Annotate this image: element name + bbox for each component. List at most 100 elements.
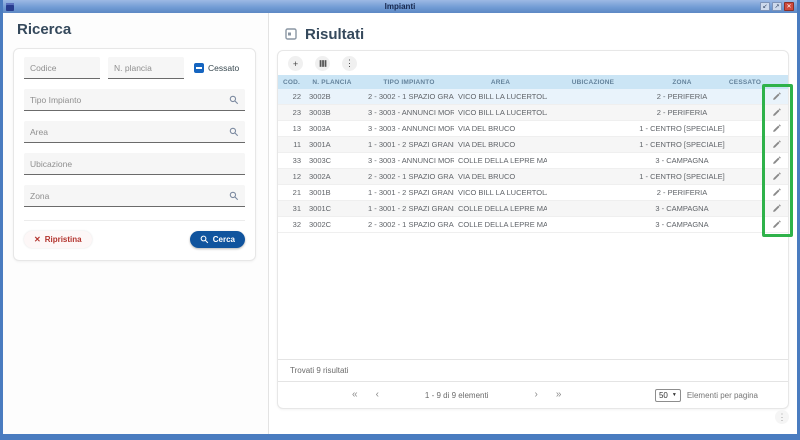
area-field-wrap [24, 121, 245, 143]
edit-pencil-icon [772, 140, 781, 149]
columns-button[interactable] [315, 56, 330, 71]
cell-area: COLLE DELLA LEPRE MA... [454, 201, 547, 216]
cell-tipo: 3 - 3003 - ANNUNCI MOR... [359, 121, 454, 136]
search-icon[interactable] [229, 95, 239, 105]
plancia-input[interactable] [114, 63, 178, 73]
table-row[interactable]: 313001C1 - 3001 - 2 SPAZI GRANDICOLLE DE… [278, 201, 788, 217]
last-page-button[interactable]: » [554, 390, 564, 400]
cell-area: COLLE DELLA LEPRE MA... [454, 217, 547, 232]
cell-ubicazione [547, 201, 639, 216]
results-panel-icon[interactable] [285, 28, 297, 40]
maximize-button[interactable]: ↗ [772, 2, 782, 11]
previous-page-button[interactable]: ‹ [374, 390, 381, 400]
cell-zona: 3 - CAMPAGNA [639, 217, 725, 232]
edit-button[interactable] [765, 121, 788, 136]
overflow-menu-button[interactable]: ⋮ [775, 410, 789, 424]
plancia-field-wrap [108, 57, 184, 79]
cell-tipo: 2 - 3002 - 1 SPAZIO GRAN... [359, 89, 454, 104]
titlebar[interactable]: Impianti ↙ ↗ ✕ [3, 0, 797, 13]
cell-zona: 2 - PERIFERIA [639, 89, 725, 104]
close-button[interactable]: ✕ [784, 2, 794, 11]
edit-button[interactable] [765, 169, 788, 184]
edit-button[interactable] [765, 89, 788, 104]
table-empty-space [278, 233, 788, 359]
per-page-label: Elementi per pagina [687, 391, 758, 400]
cell-ubicazione [547, 185, 639, 200]
cell-cod: 11 [278, 137, 305, 152]
cell-cod: 23 [278, 105, 305, 120]
cell-tipo: 1 - 3001 - 2 SPAZI GRANDI [359, 137, 454, 152]
codice-input[interactable] [30, 63, 94, 73]
zona-input[interactable] [30, 191, 229, 201]
edit-button[interactable] [765, 137, 788, 152]
search-button[interactable]: Cerca [190, 231, 245, 248]
table-row[interactable]: 323002C2 - 3002 - 1 SPAZIO GRAN...COLLE … [278, 217, 788, 233]
results-toolbar: + ⋮ [278, 51, 788, 75]
cell-cessato [725, 217, 765, 232]
reset-button[interactable]: ✕ Ripristina [24, 231, 92, 248]
search-icon[interactable] [229, 127, 239, 137]
add-button[interactable]: + [288, 56, 303, 71]
table-row[interactable]: 123002A2 - 3002 - 1 SPAZIO GRAN...VIA DE… [278, 169, 788, 185]
page-size-select[interactable]: 50 ▼ [655, 389, 681, 402]
edit-button[interactable] [765, 153, 788, 168]
cessato-checkbox-group[interactable]: Cessato [194, 63, 239, 73]
column-header-zona[interactable]: ZONA [639, 75, 725, 89]
search-icon[interactable] [229, 191, 239, 201]
search-panel: Ricerca Cessato [3, 13, 269, 434]
results-count: Trovati 9 risultati [278, 359, 788, 381]
cell-area: VICO BILL LA LUCERTOLA [454, 105, 547, 120]
results-panel-title: Risultati [305, 26, 364, 43]
area-input[interactable] [30, 127, 229, 137]
columns-icon [319, 59, 327, 68]
edit-pencil-icon [772, 156, 781, 165]
edit-pencil-icon [772, 124, 781, 133]
edit-button[interactable] [765, 217, 788, 232]
column-header-tipo[interactable]: TIPO IMPIANTO [359, 75, 454, 89]
cell-tipo: 2 - 3002 - 1 SPAZIO GRAN... [359, 217, 454, 232]
cell-area: VIA DEL BRUCO [454, 121, 547, 136]
reset-x-icon: ✕ [34, 235, 41, 244]
cell-cessato [725, 153, 765, 168]
table-row[interactable]: 113001A1 - 3001 - 2 SPAZI GRANDIVIA DEL … [278, 137, 788, 153]
column-header-ubicazione[interactable]: UBICAZIONE [547, 75, 639, 89]
edit-pencil-icon [772, 188, 781, 197]
more-options-button[interactable]: ⋮ [342, 56, 357, 71]
cell-area: VICO BILL LA LUCERTOLA [454, 185, 547, 200]
first-page-button[interactable]: « [350, 390, 360, 400]
table-row[interactable]: 223002B2 - 3002 - 1 SPAZIO GRAN...VICO B… [278, 89, 788, 105]
table-row[interactable]: 133003A3 - 3003 - ANNUNCI MOR...VIA DEL … [278, 121, 788, 137]
search-panel-title: Ricerca [17, 21, 268, 39]
column-header-cessato[interactable]: CESSATO [725, 75, 765, 89]
tipo-impianto-input[interactable] [30, 95, 229, 105]
cell-cod: 21 [278, 185, 305, 200]
column-header-plancia[interactable]: N. PLANCIA [305, 75, 359, 89]
edit-button[interactable] [765, 201, 788, 216]
next-page-button[interactable]: › [533, 390, 540, 400]
table-row[interactable]: 333003C3 - 3003 - ANNUNCI MOR...COLLE DE… [278, 153, 788, 169]
table-row[interactable]: 233003B3 - 3003 - ANNUNCI MOR...VICO BIL… [278, 105, 788, 121]
edit-button[interactable] [765, 185, 788, 200]
cell-plancia: 3001C [305, 201, 359, 216]
search-icon [200, 235, 209, 244]
column-header-area[interactable]: AREA [454, 75, 547, 89]
cell-area: COLLE DELLA LEPRE MA... [454, 153, 547, 168]
ubicazione-input[interactable] [30, 159, 239, 169]
column-header-cod[interactable]: COD. [278, 75, 305, 89]
cessato-checkbox[interactable] [194, 63, 204, 73]
cell-plancia: 3002B [305, 89, 359, 104]
cell-zona: 2 - PERIFERIA [639, 185, 725, 200]
edit-pencil-icon [772, 92, 781, 101]
cell-cod: 13 [278, 121, 305, 136]
table-row[interactable]: 213001B1 - 3001 - 2 SPAZI GRANDIVICO BIL… [278, 185, 788, 201]
edit-button[interactable] [765, 105, 788, 120]
table-body: 223002B2 - 3002 - 1 SPAZIO GRAN...VICO B… [278, 89, 788, 233]
zona-field-wrap [24, 185, 245, 207]
edit-pencil-icon [772, 108, 781, 117]
app-window: Impianti ↙ ↗ ✕ Ricerca Ces [0, 0, 800, 440]
cell-tipo: 2 - 3002 - 1 SPAZIO GRAN... [359, 169, 454, 184]
minimize-button[interactable]: ↙ [760, 2, 770, 11]
cell-cessato [725, 105, 765, 120]
cell-ubicazione [547, 121, 639, 136]
cell-ubicazione [547, 217, 639, 232]
